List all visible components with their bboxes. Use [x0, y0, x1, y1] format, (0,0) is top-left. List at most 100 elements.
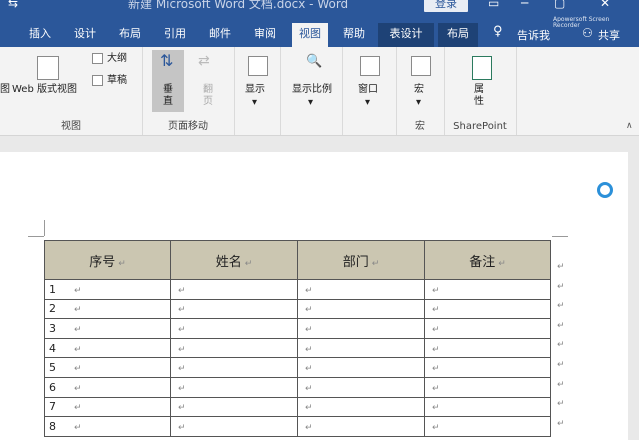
- properties-icon: [472, 56, 492, 80]
- table-cell[interactable]: ↵: [170, 279, 298, 300]
- outline-button[interactable]: 大纲: [107, 53, 127, 65]
- table-row: 7 ↵ ↵ ↵ ↵: [44, 396, 551, 418]
- recorder-watermark: Apowersoft Screen Recorder: [553, 16, 610, 29]
- table-cell[interactable]: ↵: [424, 298, 551, 320]
- table-header-row: 序号 ↵ 姓名 ↵ 部门 ↵ 备注 ↵: [44, 240, 551, 280]
- table-cell[interactable]: ↵: [297, 396, 425, 418]
- collapse-ribbon-icon[interactable]: ∧: [626, 121, 633, 131]
- macro-group-label: 宏: [415, 121, 425, 132]
- table-cell[interactable]: ↵: [297, 279, 425, 300]
- lightbulb-icon[interactable]: ♀: [493, 24, 503, 39]
- web-layout-button[interactable]: Web 版式视图: [12, 84, 77, 96]
- tab-table-design[interactable]: 表设计: [378, 23, 434, 47]
- header-cell[interactable]: 序号 ↵: [44, 240, 171, 280]
- sharepoint-group-label: SharePoint: [453, 121, 507, 132]
- table-cell[interactable]: ↵: [170, 337, 298, 359]
- macro-group: 宏 ▾ 宏: [396, 47, 445, 135]
- table-cell[interactable]: ↵: [424, 357, 551, 378]
- table-cell[interactable]: 1 ↵: [44, 279, 171, 300]
- table-cell[interactable]: ↵: [170, 416, 298, 437]
- page-move-group: ⇅ 垂直 ⇄ 翻页 页面移动: [142, 47, 235, 135]
- table-row: 8 ↵ ↵ ↵ ↵: [44, 416, 551, 437]
- macro-icon: [411, 56, 431, 76]
- tab-insert[interactable]: 插入: [26, 23, 54, 47]
- table-cell[interactable]: 6 ↵: [44, 376, 171, 398]
- draft-button[interactable]: 草稿: [107, 75, 127, 87]
- table-cell[interactable]: 3 ↵: [44, 318, 171, 339]
- table-row: 4 ↵ ↵ ↵ ↵: [44, 337, 551, 359]
- share-icon[interactable]: ⚇: [582, 26, 593, 40]
- row-end-marks: ↵ ↵ ↵ ↵ ↵ ↵ ↵ ↵ ↵: [557, 262, 565, 429]
- table-cell[interactable]: ↵: [297, 416, 425, 437]
- table-row: 1 ↵ ↵ ↵ ↵: [44, 279, 551, 300]
- window-dropdown-icon[interactable]: ▾: [365, 97, 370, 109]
- table-cell[interactable]: ↵: [424, 396, 551, 418]
- tab-table-layout[interactable]: 布局: [438, 23, 478, 47]
- table-cell[interactable]: ↵: [424, 318, 551, 339]
- vertical-icon: ⇅: [160, 51, 174, 70]
- header-cell[interactable]: 姓名 ↵: [170, 240, 298, 280]
- vertical-button[interactable]: 垂直: [162, 84, 174, 108]
- table-cell[interactable]: ↵: [170, 318, 298, 339]
- ribbon-display-icon[interactable]: ▭: [488, 0, 499, 10]
- table-cell[interactable]: ↵: [297, 298, 425, 320]
- tab-help[interactable]: 帮助: [340, 23, 368, 47]
- close-icon[interactable]: ✕: [600, 0, 610, 10]
- table-cell[interactable]: 5 ↵: [44, 357, 171, 378]
- sharepoint-group: 属性 SharePoint: [444, 47, 517, 135]
- side-to-side-button[interactable]: 翻页: [202, 84, 214, 108]
- table-cell[interactable]: ↵: [297, 318, 425, 339]
- header-cell[interactable]: 部门 ↵: [297, 240, 425, 280]
- header-cell[interactable]: 备注 ↵: [424, 240, 551, 280]
- tell-me-label[interactable]: 告诉我: [517, 27, 550, 43]
- macro-button[interactable]: 宏: [414, 84, 424, 96]
- page-move-label: 页面移动: [168, 121, 208, 132]
- share-button[interactable]: 共享: [598, 27, 620, 43]
- table-cell[interactable]: ↵: [424, 376, 551, 398]
- show-button[interactable]: 显示: [245, 84, 265, 96]
- window-button[interactable]: 窗口: [358, 84, 378, 96]
- table-cell[interactable]: ↵: [297, 376, 425, 398]
- table-cell[interactable]: 4 ↵: [44, 337, 171, 359]
- draft-icon: [92, 75, 103, 86]
- tab-view[interactable]: 视图: [292, 23, 328, 47]
- macro-dropdown-icon[interactable]: ▾: [416, 97, 421, 109]
- table-cell[interactable]: 8 ↵: [44, 416, 171, 437]
- document-page[interactable]: 序号 ↵ 姓名 ↵ 部门 ↵ 备注 ↵ 1 ↵ ↵ ↵ ↵ 2 ↵ ↵ ↵ ↵ 3 ↵ ↵ ↵ ↵ 4 ↵ ↵ ↵ ↵ …: [0, 152, 628, 440]
- minimize-icon[interactable]: ─: [521, 0, 528, 10]
- table-cell[interactable]: 7 ↵: [44, 396, 171, 418]
- tab-layout[interactable]: 布局: [116, 23, 144, 47]
- table-cell[interactable]: ↵: [170, 298, 298, 320]
- table-cell[interactable]: ↵: [170, 376, 298, 398]
- table-row: 5 ↵ ↵ ↵ ↵: [44, 357, 551, 378]
- table-cell[interactable]: ↵: [297, 337, 425, 359]
- table-row: 3 ↵ ↵ ↵ ↵: [44, 318, 551, 339]
- tab-review[interactable]: 审阅: [251, 23, 279, 47]
- view-group: 图 Web 版式视图 大纲 草稿 视图: [0, 47, 143, 135]
- margin-mark-right: [552, 236, 568, 237]
- back-icon[interactable]: ⇆: [8, 0, 18, 10]
- tab-mailings[interactable]: 邮件: [206, 23, 234, 47]
- vertical-scrollbar[interactable]: [629, 136, 639, 440]
- restore-icon[interactable]: ▢: [554, 0, 565, 10]
- loading-spinner-icon: [597, 182, 613, 198]
- table-cell[interactable]: ↵: [424, 416, 551, 437]
- window-title: 新建 Microsoft Word 文档.docx - Word: [128, 0, 349, 11]
- table-cell[interactable]: ↵: [297, 357, 425, 378]
- zoom-dropdown-icon[interactable]: ▾: [308, 97, 313, 109]
- print-layout-partial[interactable]: 图: [0, 84, 10, 96]
- table-cell[interactable]: ↵: [424, 337, 551, 359]
- zoom-button[interactable]: 显示比例: [292, 84, 332, 96]
- table-cell[interactable]: ↵: [424, 279, 551, 300]
- side-to-side-icon: ⇄: [198, 53, 210, 69]
- margin-mark-left: [44, 220, 45, 236]
- login-button[interactable]: 登录: [424, 0, 468, 12]
- table-cell[interactable]: 2 ↵: [44, 298, 171, 320]
- table-cell[interactable]: ↵: [170, 357, 298, 378]
- tab-design[interactable]: 设计: [71, 23, 99, 47]
- window-group: 窗口 ▾: [342, 47, 397, 135]
- show-dropdown-icon[interactable]: ▾: [252, 97, 257, 109]
- properties-button[interactable]: 属性: [473, 84, 485, 108]
- tab-references[interactable]: 引用: [161, 23, 189, 47]
- table-cell[interactable]: ↵: [170, 396, 298, 418]
